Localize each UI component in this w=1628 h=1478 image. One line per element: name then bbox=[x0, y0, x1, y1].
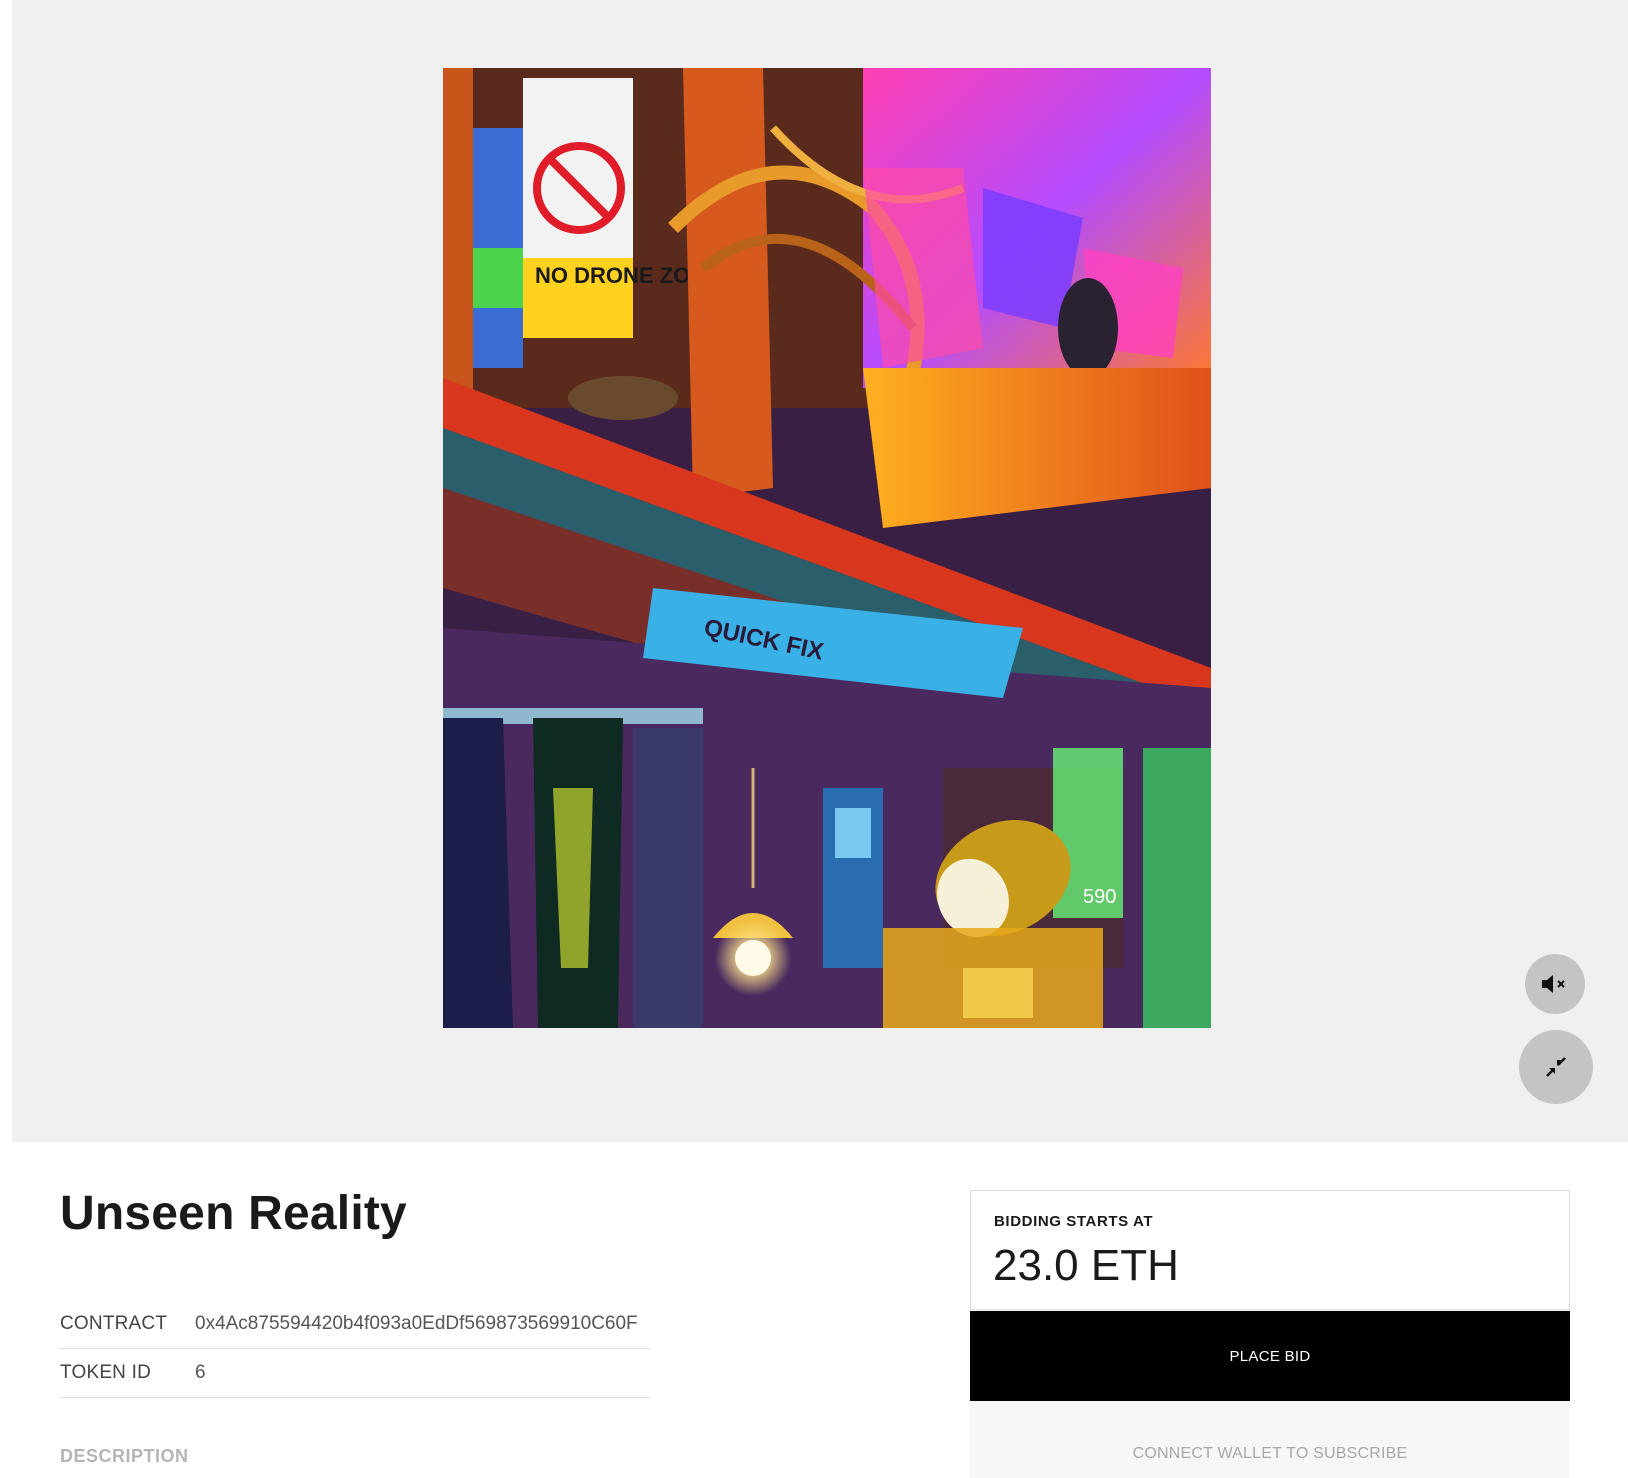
contract-address: 0x4Ac875594420b4f093a0EdDf569873569910C6… bbox=[195, 1313, 638, 1334]
artwork-title: Unseen Reality bbox=[60, 1187, 407, 1240]
nft-detail-page: NO DRONE ZONE QUICK FIX 590 Unseen Reali… bbox=[0, 0, 1628, 1478]
fullscreen-toggle-button[interactable] bbox=[1519, 1030, 1593, 1104]
token-id-row: TOKEN ID 6 bbox=[60, 1349, 650, 1398]
description-heading: DESCRIPTION bbox=[60, 1446, 189, 1466]
media-stage: NO DRONE ZONE QUICK FIX 590 bbox=[12, 0, 1628, 1142]
speaker-muted-icon bbox=[1542, 975, 1565, 993]
mute-button[interactable] bbox=[1525, 954, 1585, 1014]
number-text: 590 bbox=[1083, 886, 1116, 908]
bid-card: BIDDING STARTS AT 23.0 ETH bbox=[970, 1190, 1570, 1310]
place-bid-label: PLACE BID bbox=[1229, 1347, 1311, 1365]
place-bid-button[interactable]: PLACE BID bbox=[970, 1311, 1570, 1401]
token-id-label: TOKEN ID bbox=[60, 1362, 151, 1383]
artwork-image: NO DRONE ZONE QUICK FIX 590 bbox=[443, 68, 1211, 1028]
subscribe-label: CONNECT WALLET TO SUBSCRIBE bbox=[1132, 1445, 1408, 1462]
collapse-arrows-icon bbox=[1546, 1057, 1566, 1077]
connect-wallet-subscribe-button[interactable]: CONNECT WALLET TO SUBSCRIBE bbox=[970, 1401, 1570, 1478]
contract-label: CONTRACT bbox=[60, 1313, 168, 1334]
artwork-illustration: NO DRONE ZONE QUICK FIX 590 bbox=[443, 68, 1211, 1028]
bid-label: BIDDING STARTS AT bbox=[994, 1213, 1154, 1230]
token-details-table: CONTRACT 0x4Ac875594420b4f093a0EdDf56987… bbox=[60, 1300, 650, 1398]
contract-row: CONTRACT 0x4Ac875594420b4f093a0EdDf56987… bbox=[60, 1300, 650, 1349]
token-id-value: 6 bbox=[195, 1362, 206, 1383]
left-edge bbox=[0, 0, 12, 1478]
bid-price: 23.0 ETH bbox=[993, 1241, 1179, 1290]
